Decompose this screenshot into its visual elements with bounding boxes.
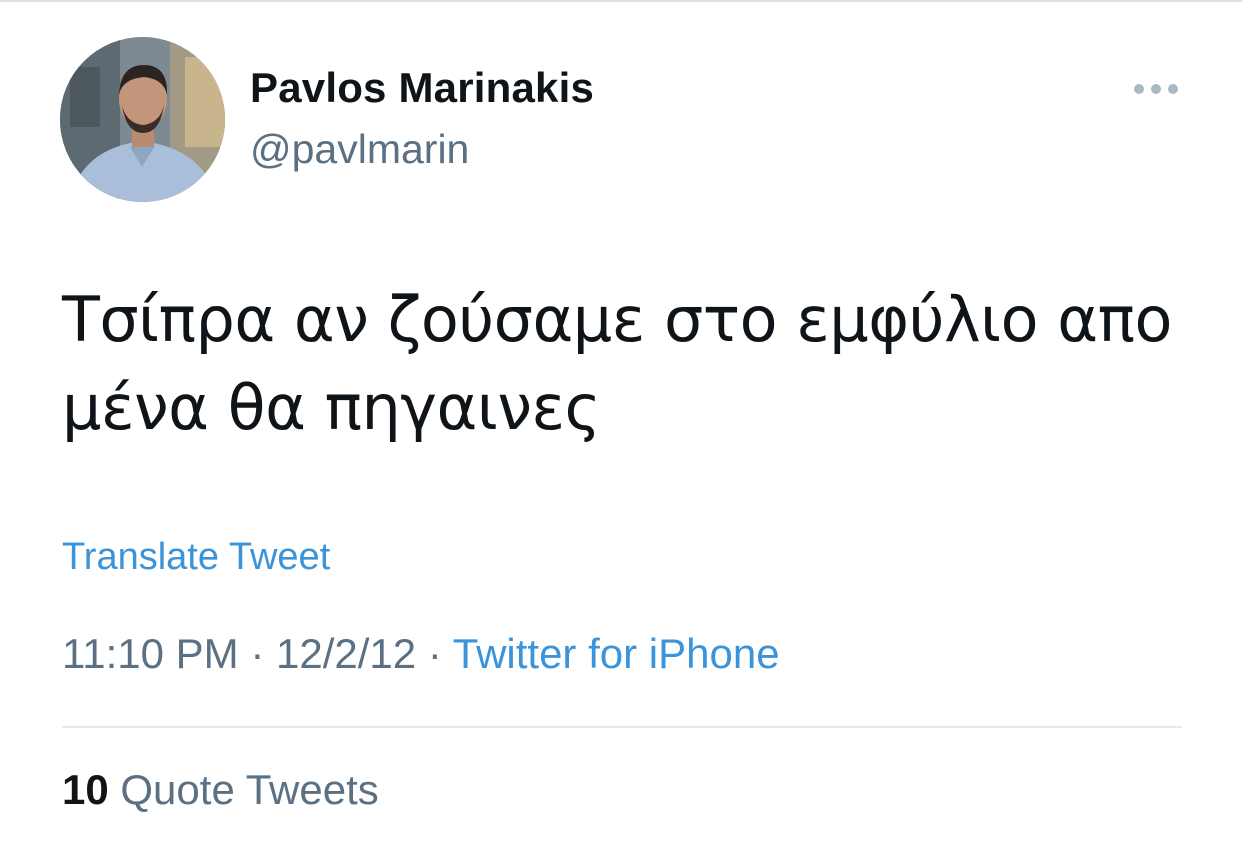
- quote-tweets-label: Quote Tweets: [120, 766, 379, 813]
- meta-separator: ·: [250, 630, 265, 677]
- tweet-text-line: Τσίπρα αν ζούσαμε στο εμφύλιο απο: [62, 283, 1172, 356]
- stats-divider: [62, 726, 1182, 728]
- more-horizontal-icon: [1134, 84, 1178, 94]
- tweet-date[interactable]: 12/2/12: [276, 630, 416, 677]
- top-divider: [0, 0, 1242, 2]
- tweet-source-link[interactable]: Twitter for iPhone: [453, 630, 780, 677]
- avatar[interactable]: [60, 37, 225, 202]
- author-display-name[interactable]: Pavlos Marinakis: [250, 64, 594, 112]
- tweet-metadata: 11:10 PM · 12/2/12 · Twitter for iPhone: [62, 630, 780, 678]
- meta-separator: ·: [427, 630, 442, 677]
- quote-tweets-stat[interactable]: 10 Quote Tweets: [62, 766, 379, 814]
- tweet-time[interactable]: 11:10 PM: [62, 630, 239, 677]
- quote-tweets-count: 10: [62, 766, 109, 813]
- translate-tweet-link[interactable]: Translate Tweet: [62, 536, 330, 579]
- avatar-photo: [60, 37, 225, 202]
- tweet-text-line: μένα θα πηγαινες: [62, 371, 601, 444]
- tweet-text: Τσίπρα αν ζούσαμε στο εμφύλιο απο μένα θ…: [62, 276, 1182, 452]
- author-handle[interactable]: @pavlmarin: [250, 126, 469, 173]
- more-options-button[interactable]: [1126, 72, 1186, 106]
